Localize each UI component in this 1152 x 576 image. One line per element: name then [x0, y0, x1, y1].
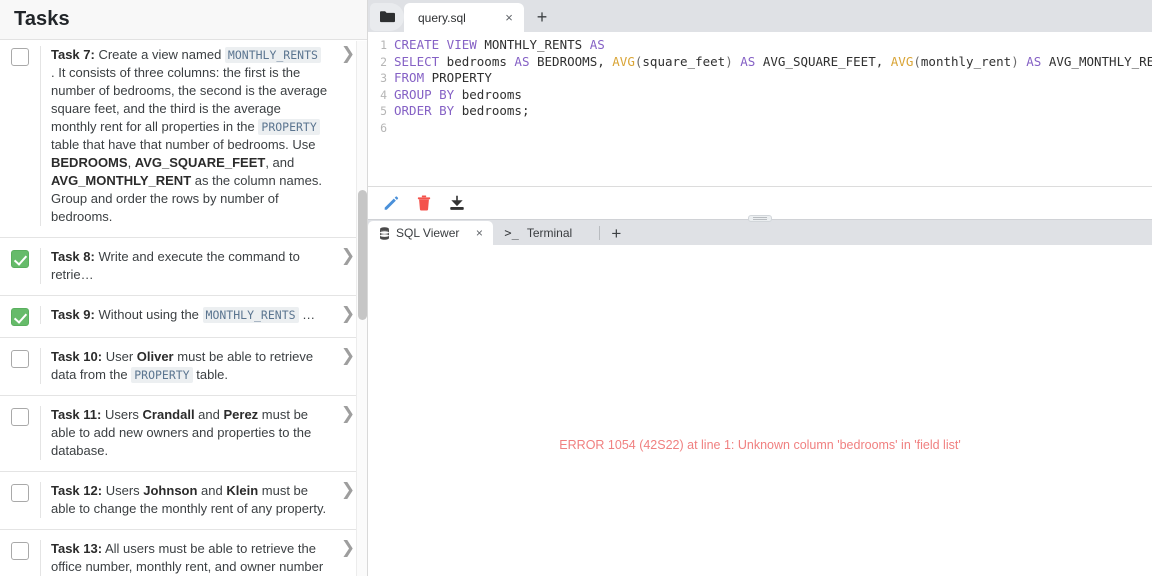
- task-list-scrollbar[interactable]: [356, 41, 367, 576]
- open-folder-button[interactable]: [370, 3, 404, 31]
- task-description: Create a view named MONTHLY_RENTS . It c…: [51, 47, 328, 224]
- scrollbar-thumb[interactable]: [358, 190, 367, 320]
- list-item[interactable]: Task 12: Users Johnson and Klein must be…: [0, 472, 362, 530]
- close-icon[interactable]: ×: [473, 227, 485, 239]
- list-item[interactable]: Task 7: Create a view named MONTHLY_RENT…: [0, 40, 362, 238]
- download-icon[interactable]: [448, 194, 466, 212]
- tab-sql-viewer[interactable]: SQL Viewer ×: [368, 221, 494, 245]
- code-line: 1 CREATE VIEW MONTHLY_RENTS AS: [368, 37, 1152, 54]
- panel-tabbar: SQL Viewer × >_ Terminal +: [368, 219, 1152, 245]
- code-content: CREATE VIEW MONTHLY_RENTS AS: [394, 37, 605, 52]
- app-window: Tasks Task 7: Create a view named MONTHL…: [0, 0, 1152, 576]
- task-label: Task 12:: [51, 483, 103, 498]
- list-item[interactable]: Task 13: All users must be able to retri…: [0, 530, 362, 576]
- task-checkbox-cell[interactable]: [0, 46, 40, 66]
- task-checkbox-cell[interactable]: [0, 540, 40, 560]
- main-panel: query.sql × + 1 CREATE VIEW MONTHLY_RENT…: [368, 0, 1152, 576]
- task-list-scroll-content: Task 7: Create a view named MONTHLY_RENT…: [0, 40, 362, 576]
- task-checkbox[interactable]: [11, 484, 29, 502]
- code-line: 3 FROM PROPERTY: [368, 70, 1152, 87]
- task-checkbox[interactable]: [11, 308, 29, 326]
- task-list[interactable]: Task 7: Create a view named MONTHLY_RENT…: [0, 40, 367, 576]
- tab-query-sql[interactable]: query.sql ×: [404, 3, 524, 32]
- task-checkbox[interactable]: [11, 350, 29, 368]
- close-icon[interactable]: ×: [502, 11, 516, 24]
- trash-icon[interactable]: [415, 194, 433, 212]
- task-label: Task 7:: [51, 47, 95, 62]
- list-item[interactable]: Task 8: Write and execute the command to…: [0, 238, 362, 296]
- code-chip-monthly-rents: MONTHLY_RENTS: [202, 307, 299, 323]
- page-title: Tasks: [14, 8, 70, 30]
- tab-label: query.sql: [418, 10, 466, 25]
- pencil-icon[interactable]: [382, 194, 400, 212]
- task-label: Task 9:: [51, 307, 95, 322]
- list-item[interactable]: Task 11: Users Crandall and Perez must b…: [0, 396, 362, 472]
- code-chip-property: PROPERTY: [131, 367, 193, 383]
- task-label: Task 13:: [51, 541, 103, 556]
- code-content: SELECT bedrooms AS BEDROOMS, AVG(square_…: [394, 53, 1152, 69]
- task-body: Task 10: User Oliver must be able to ret…: [40, 348, 334, 384]
- line-number: 3: [380, 71, 387, 85]
- new-tab-button[interactable]: +: [528, 3, 556, 31]
- panel-resize-handle[interactable]: [748, 215, 772, 222]
- sql-code-editor[interactable]: 1 CREATE VIEW MONTHLY_RENTS AS 2 SELECT …: [368, 32, 1152, 187]
- line-number: 2: [380, 54, 387, 69]
- line-number: 4: [380, 87, 387, 102]
- list-item[interactable]: Task 10: User Oliver must be able to ret…: [0, 338, 362, 396]
- database-icon: [379, 226, 390, 240]
- chevron-right-icon: ❯: [340, 246, 356, 266]
- error-message: ERROR 1054 (42S22) at line 1: Unknown co…: [559, 438, 961, 452]
- chevron-right-icon: ❯: [340, 404, 356, 424]
- task-label: Task 10:: [51, 349, 103, 364]
- code-line: 2 SELECT bedrooms AS BEDROOMS, AVG(squar…: [368, 54, 1152, 71]
- list-item[interactable]: Task 9: Without using the MONTHLY_RENTS …: [0, 296, 362, 338]
- task-description: Without using the MONTHLY_RENTS …: [98, 307, 316, 323]
- task-body: Task 12: Users Johnson and Klein must be…: [40, 482, 334, 518]
- sql-viewer-output[interactable]: ERROR 1054 (42S22) at line 1: Unknown co…: [368, 245, 1152, 576]
- tab-terminal[interactable]: >_ Terminal: [493, 221, 593, 245]
- folder-icon: [379, 11, 395, 23]
- tab-label: SQL Viewer: [396, 226, 460, 240]
- chevron-right-icon: ❯: [340, 346, 356, 366]
- task-checkbox-cell[interactable]: [0, 348, 40, 368]
- code-line: 4 GROUP BY bedrooms: [368, 87, 1152, 104]
- terminal-prompt-icon: >_: [504, 226, 519, 240]
- task-body: Task 7: Create a view named MONTHLY_RENT…: [40, 46, 334, 226]
- task-checkbox-cell[interactable]: [0, 406, 40, 426]
- chevron-right-icon: ❯: [340, 44, 356, 64]
- chevron-right-icon: ❯: [340, 538, 356, 558]
- sidebar-header: Tasks: [0, 0, 367, 40]
- chevron-right-icon: ❯: [340, 480, 356, 500]
- code-line: 5 ORDER BY bedrooms;: [368, 103, 1152, 120]
- code-line: 6: [368, 120, 1152, 137]
- chevron-right-icon: ❯: [340, 304, 356, 324]
- divider: [599, 226, 601, 240]
- tab-label: Terminal: [526, 226, 573, 240]
- tasks-sidebar: Tasks Task 7: Create a view named MONTHL…: [0, 0, 368, 576]
- task-checkbox[interactable]: [11, 542, 29, 560]
- task-body: Task 11: Users Crandall and Perez must b…: [40, 406, 334, 460]
- task-checkbox-cell[interactable]: [0, 248, 40, 268]
- code-chip-property: PROPERTY: [258, 119, 320, 135]
- code-content: FROM PROPERTY: [394, 70, 492, 85]
- task-body: Task 9: Without using the MONTHLY_RENTS …: [40, 306, 334, 324]
- line-number: 1: [380, 38, 387, 52]
- task-checkbox-cell[interactable]: [0, 306, 40, 326]
- task-body: Task 8: Write and execute the command to…: [40, 248, 334, 284]
- task-body: Task 13: All users must be able to retri…: [40, 540, 334, 576]
- code-content: ORDER BY bedrooms;: [394, 103, 530, 118]
- task-label: Task 11:: [51, 407, 102, 422]
- code-chip-monthly-rents: MONTHLY_RENTS: [224, 47, 321, 63]
- line-number: 6: [380, 120, 387, 135]
- task-checkbox[interactable]: [11, 408, 29, 426]
- line-number: 5: [380, 104, 387, 118]
- editor-toolbar: [368, 187, 1152, 222]
- new-panel-tab-button[interactable]: +: [604, 221, 628, 245]
- task-checkbox[interactable]: [11, 250, 29, 268]
- editor-tabbar: query.sql × +: [368, 0, 1152, 32]
- task-checkbox-cell[interactable]: [0, 482, 40, 502]
- task-label: Task 8:: [51, 249, 95, 264]
- code-content: GROUP BY bedrooms: [394, 86, 522, 102]
- task-checkbox[interactable]: [11, 48, 29, 66]
